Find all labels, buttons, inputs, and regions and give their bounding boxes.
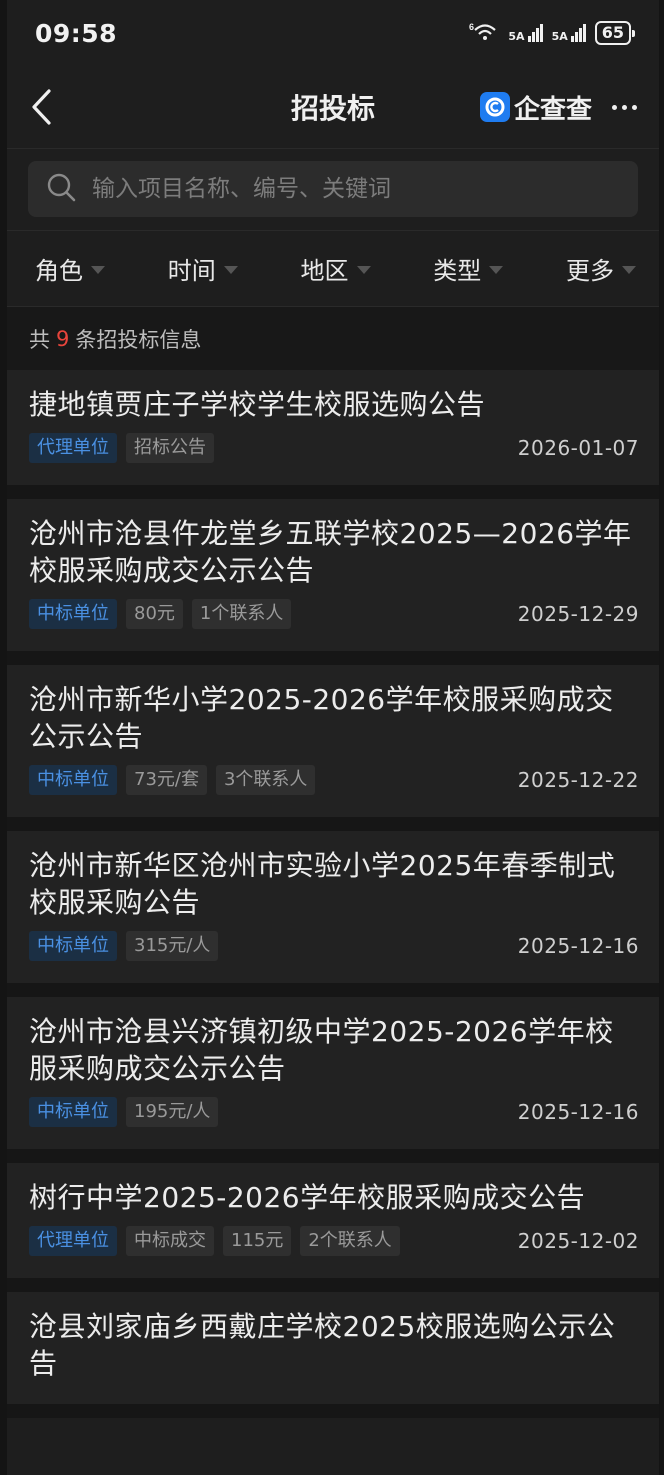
item-title: 沧州市新华区沧州市实验小学2025年春季制式校服采购公告 [29, 849, 616, 919]
contact-tag: 2个联系人 [300, 1226, 400, 1256]
wifi-label: 6 [469, 22, 474, 32]
item-title: 沧州市沧县仵龙堂乡五联学校2025—2026学年校服采购成交公示公告 [29, 517, 632, 587]
role-tag: 中标单位 [29, 765, 117, 795]
role-tag: 中标单位 [29, 1097, 117, 1127]
filter-time[interactable]: 时间 [168, 251, 238, 286]
list-item[interactable]: 沧州市新华小学2025-2026学年校服采购成交公示公告 中标单位 73元/套 … [7, 665, 659, 831]
list-item[interactable]: 树行中学2025-2026学年校服采购成交公告 代理单位 中标成交 115元 2… [7, 1163, 659, 1292]
item-tags: 中标单位 315元/人 [29, 931, 518, 961]
item-title: 沧县刘家庙乡西戴庄学校2025校服选购公示公告 [29, 1310, 616, 1380]
price-tag: 115元 [223, 1226, 292, 1256]
item-meta: 代理单位 招标公告 2026-01-07 [29, 433, 639, 463]
contact-tag: 1个联系人 [191, 599, 292, 629]
count-number: 9 [56, 326, 70, 351]
signal-label-1: 5A [508, 30, 525, 43]
item-title: 捷地镇贾庄子学校学生校服选购公告 [29, 388, 486, 421]
back-icon[interactable] [29, 82, 69, 132]
search-section [7, 148, 659, 230]
list-item[interactable]: 捷地镇贾庄子学校学生校服选购公告 代理单位 招标公告 2026-01-07 [7, 370, 659, 499]
filter-label: 类型 [433, 257, 482, 285]
app-screen: 09:58 6 5A 5A 65 招投标 企查查 输入项目名称、编号、关键词 角… [7, 0, 659, 1475]
price-tag: 80元 [126, 599, 183, 629]
signal-label-2: 5A [551, 30, 568, 43]
signal-icon-2: 5A [552, 24, 586, 42]
filter-type[interactable]: 类型 [433, 251, 504, 286]
caret-down-icon [489, 265, 504, 274]
nav-actions: 企查查 [479, 89, 637, 126]
count-suffix: 条招投标信息 [75, 327, 202, 352]
battery-icon: 65 [594, 21, 636, 45]
search-box[interactable] [28, 161, 638, 217]
item-title: 树行中学2025-2026学年校服采购成交公告 [29, 1181, 586, 1214]
filter-region[interactable]: 地区 [301, 251, 371, 286]
wifi-icon: 6 [469, 21, 499, 45]
nav-bar: 招投标 企查查 [7, 66, 659, 148]
brand-logo[interactable]: 企查查 [479, 89, 592, 126]
search-input[interactable] [92, 176, 620, 202]
result-count: 共 9 条招投标信息 [7, 307, 659, 370]
item-title: 沧州市沧县兴济镇初级中学2025-2026学年校服采购成交公示公告 [29, 1015, 614, 1085]
status-bar: 09:58 6 5A 5A 65 [7, 0, 659, 66]
item-tags: 中标单位 80元 1个联系人 [29, 599, 518, 629]
item-meta: 中标单位 315元/人 2025-12-16 [29, 931, 639, 961]
status-tag: 中标成交 [126, 1226, 214, 1256]
price-tag: 315元/人 [126, 931, 219, 961]
status-icons: 6 5A 5A 65 [469, 21, 636, 45]
item-tags: 代理单位 招标公告 [29, 433, 518, 463]
role-tag: 代理单位 [29, 1226, 117, 1256]
item-date: 2025-12-29 [517, 602, 639, 626]
item-tags: 中标单位 73元/套 3个联系人 [29, 765, 518, 795]
item-tags: 代理单位 中标成交 115元 2个联系人 [29, 1226, 518, 1256]
item-date: 2025-12-22 [517, 768, 639, 792]
item-date: 2025-12-02 [517, 1229, 639, 1253]
filter-role[interactable]: 角色 [35, 251, 105, 286]
list-item[interactable]: 沧州市沧县兴济镇初级中学2025-2026学年校服采购成交公示公告 中标单位 1… [7, 997, 659, 1163]
role-tag: 代理单位 [29, 433, 117, 463]
filter-label: 地区 [300, 257, 349, 285]
brand-name: 企查查 [513, 94, 592, 125]
item-date: 2025-12-16 [517, 934, 639, 958]
caret-down-icon [622, 265, 636, 274]
info-tag: 招标公告 [126, 433, 214, 463]
item-meta: 代理单位 中标成交 115元 2个联系人 2025-12-02 [29, 1226, 639, 1256]
battery-level: 65 [601, 23, 624, 42]
item-meta: 中标单位 195元/人 2025-12-16 [29, 1097, 639, 1127]
price-tag: 195元/人 [126, 1097, 219, 1127]
price-tag: 73元/套 [126, 765, 207, 795]
item-date: 2025-12-16 [517, 1100, 639, 1124]
list-item[interactable]: 沧州市新华区沧州市实验小学2025年春季制式校服采购公告 中标单位 315元/人… [7, 831, 659, 997]
tender-list: 捷地镇贾庄子学校学生校服选购公告 代理单位 招标公告 2026-01-07 沧州… [7, 370, 659, 1418]
filter-more[interactable]: 更多 [566, 251, 636, 286]
caret-down-icon [356, 265, 371, 274]
contact-tag: 3个联系人 [215, 765, 316, 795]
search-icon [46, 172, 76, 206]
role-tag: 中标单位 [29, 599, 117, 629]
item-meta: 中标单位 80元 1个联系人 2025-12-29 [29, 599, 639, 629]
item-meta: 中标单位 73元/套 3个联系人 2025-12-22 [29, 765, 639, 795]
caret-down-icon [91, 265, 105, 274]
item-title: 沧州市新华小学2025-2026学年校服采购成交公示公告 [29, 683, 614, 753]
signal-icon-1: 5A [508, 24, 543, 43]
qichacha-logo-icon [479, 92, 510, 122]
status-time: 09:58 [35, 18, 118, 48]
role-tag: 中标单位 [29, 931, 117, 961]
filter-label: 角色 [35, 257, 83, 285]
list-item[interactable]: 沧县刘家庙乡西戴庄学校2025校服选购公示公告 [7, 1292, 659, 1418]
filter-label: 更多 [566, 257, 614, 285]
caret-down-icon [223, 265, 238, 274]
filter-label: 时间 [167, 257, 216, 285]
filter-bar: 角色 时间 地区 类型 更多 [7, 230, 659, 307]
more-options-icon[interactable] [612, 92, 637, 122]
list-item[interactable]: 沧州市沧县仵龙堂乡五联学校2025—2026学年校服采购成交公示公告 中标单位 … [7, 499, 659, 665]
item-tags: 中标单位 195元/人 [29, 1097, 518, 1127]
count-prefix: 共 [29, 327, 50, 352]
item-date: 2026-01-07 [517, 436, 639, 460]
